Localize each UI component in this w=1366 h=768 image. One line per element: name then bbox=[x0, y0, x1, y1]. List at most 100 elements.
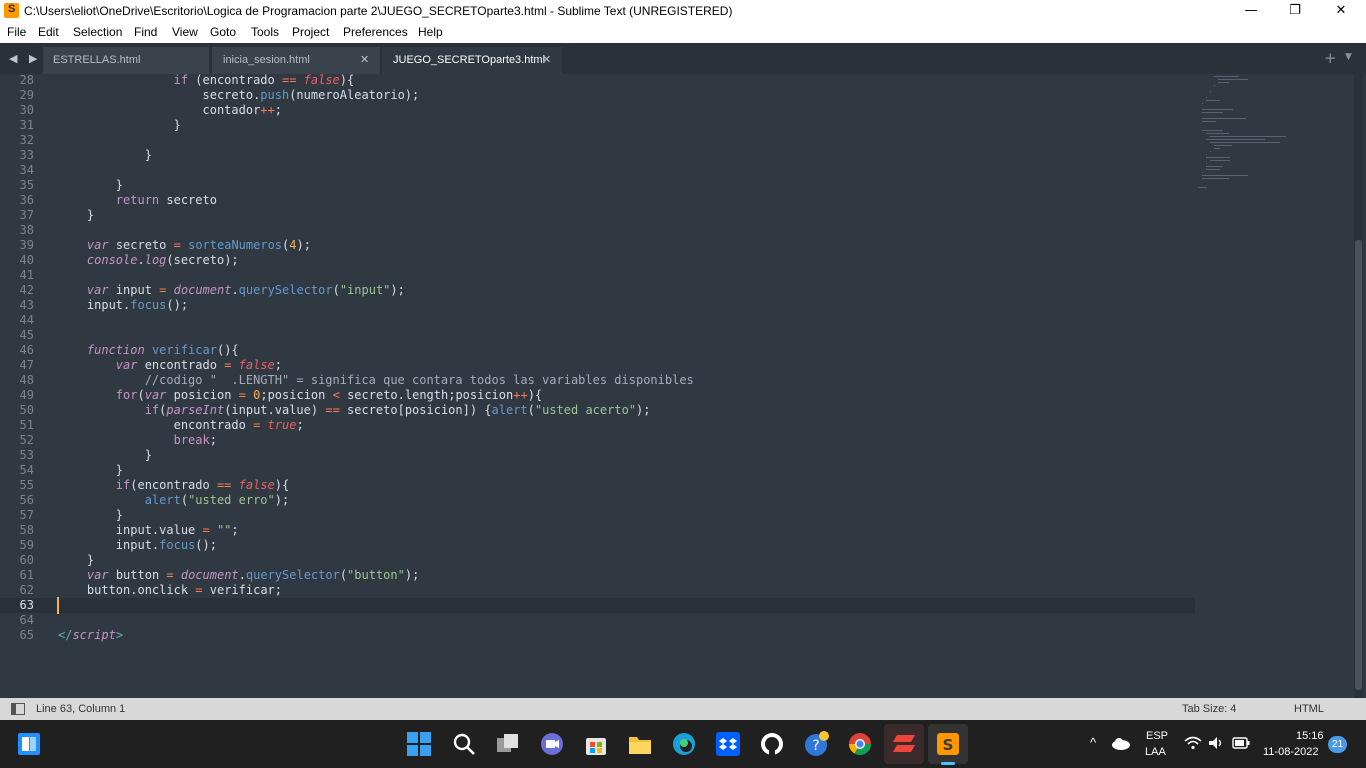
sublime-text-icon[interactable]: S bbox=[935, 731, 961, 757]
code-line[interactable]: } bbox=[58, 463, 123, 478]
volume-icon[interactable] bbox=[1208, 736, 1224, 750]
tab-inicia-sesion[interactable]: inicia_sesion.html ✕ bbox=[212, 47, 380, 74]
file-explorer-icon[interactable] bbox=[627, 731, 653, 757]
minimap-line bbox=[1214, 76, 1239, 77]
menu-preferences[interactable]: Preferences bbox=[343, 25, 408, 39]
code-token: (encontrado bbox=[188, 74, 282, 87]
menu-find[interactable]: Find bbox=[134, 25, 157, 39]
code-line[interactable]: var button = document.querySelector("but… bbox=[58, 568, 419, 583]
code-line[interactable]: return secreto bbox=[58, 193, 217, 208]
minimap-line bbox=[1206, 169, 1220, 170]
minimize-button[interactable]: — bbox=[1228, 0, 1274, 22]
new-tab-icon[interactable]: + bbox=[1324, 49, 1337, 67]
github-icon[interactable] bbox=[759, 731, 785, 757]
tab-nav-arrows-icon[interactable]: ◀ ▶ bbox=[9, 52, 41, 65]
search-icon[interactable] bbox=[451, 731, 477, 757]
code-token: ( bbox=[180, 493, 189, 507]
code-token: true bbox=[267, 418, 297, 432]
menu-tools[interactable]: Tools bbox=[251, 25, 279, 39]
code-line[interactable]: contador++; bbox=[58, 103, 282, 118]
code-line[interactable]: button.onclick = verificar; bbox=[58, 583, 282, 598]
code-token: } bbox=[58, 208, 95, 222]
language-indicator[interactable]: ESP bbox=[1146, 730, 1168, 742]
code-line[interactable]: input.focus(); bbox=[58, 538, 217, 553]
line-number: 65 bbox=[19, 628, 34, 642]
restore-button[interactable]: ❐ bbox=[1272, 0, 1318, 22]
wifi-icon[interactable] bbox=[1184, 736, 1202, 750]
chat-icon[interactable] bbox=[539, 731, 565, 757]
panel-toggle-icon[interactable] bbox=[11, 703, 25, 715]
close-icon[interactable]: ✕ bbox=[542, 53, 551, 66]
menu-edit[interactable]: Edit bbox=[38, 25, 59, 39]
code-line[interactable]: var secreto = sorteaNumeros(4); bbox=[58, 238, 311, 253]
line-number: 57 bbox=[19, 508, 34, 522]
code-line[interactable]: input.value = ""; bbox=[58, 523, 239, 538]
menu-view[interactable]: View bbox=[172, 25, 198, 39]
code-line[interactable]: } bbox=[58, 448, 152, 463]
close-button[interactable]: ✕ bbox=[1318, 0, 1364, 22]
code-line[interactable]: if (encontrado == false){ bbox=[58, 74, 355, 88]
menu-help[interactable]: Help bbox=[418, 25, 443, 39]
tab-juego-secreto[interactable]: JUEGO_SECRETOparte3.html ✕ bbox=[382, 47, 562, 74]
code-line[interactable]: } bbox=[58, 508, 123, 523]
minimap[interactable] bbox=[1198, 76, 1298, 216]
line-number: 56 bbox=[19, 493, 34, 507]
code-line[interactable]: if (parseInt(input.value) == secreto[posi… bbox=[58, 403, 651, 418]
menu-project[interactable]: Project bbox=[292, 25, 329, 39]
svg-text:S: S bbox=[943, 736, 954, 754]
minimap-line bbox=[1206, 154, 1207, 155]
code-line[interactable]: </script> bbox=[58, 628, 123, 643]
dropbox-icon[interactable] bbox=[715, 731, 741, 757]
code-token: alert bbox=[491, 403, 528, 417]
minimap-line bbox=[1206, 157, 1230, 158]
start-icon[interactable] bbox=[16, 731, 42, 757]
battery-icon[interactable] bbox=[1232, 737, 1250, 749]
code-editor[interactable]: 28 if (encontrado == false){29 secreto.p… bbox=[0, 74, 1366, 698]
syntax-setting[interactable]: HTML bbox=[1294, 703, 1324, 715]
chrome-icon[interactable] bbox=[847, 731, 873, 757]
code-line[interactable]: if(encontrado == false){ bbox=[58, 478, 289, 493]
chevron-down-icon[interactable]: ▼ bbox=[1345, 52, 1352, 62]
close-icon[interactable]: ✕ bbox=[360, 53, 369, 66]
code-line[interactable]: } bbox=[58, 553, 94, 568]
code-token: var bbox=[115, 358, 138, 372]
code-line[interactable]: } bbox=[58, 118, 181, 133]
active-app-indicator bbox=[941, 762, 955, 765]
code-line[interactable]: } bbox=[58, 208, 94, 223]
tab-size-setting[interactable]: Tab Size: 4 bbox=[1182, 703, 1236, 715]
code-line[interactable]: encontrado = true; bbox=[58, 418, 304, 433]
help-icon[interactable]: ? bbox=[803, 731, 829, 757]
windows-start-icon[interactable] bbox=[406, 731, 432, 757]
code-line[interactable]: var input = document.querySelector("inpu… bbox=[58, 283, 405, 298]
code-line[interactable]: alert("usted erro"); bbox=[58, 493, 290, 508]
notification-badge[interactable]: 21 bbox=[1328, 736, 1347, 753]
menu-goto[interactable]: Goto bbox=[210, 25, 236, 39]
tab-estrellas[interactable]: ESTRELLAS.html bbox=[43, 47, 209, 74]
task-view-icon[interactable] bbox=[495, 731, 521, 757]
scrollbar-thumb[interactable] bbox=[1355, 240, 1362, 690]
code-line[interactable]: } bbox=[58, 178, 123, 193]
anydesk-icon[interactable] bbox=[891, 731, 917, 757]
code-line[interactable]: var encontrado = false; bbox=[58, 358, 282, 373]
keyboard-layout-indicator[interactable]: LAA bbox=[1145, 746, 1166, 758]
code-line[interactable]: secreto.push(numeroAleatorio); bbox=[58, 88, 419, 103]
cloud-icon[interactable] bbox=[1111, 736, 1131, 750]
clock-time[interactable]: 15:16 bbox=[1296, 730, 1324, 742]
clock-date[interactable]: 11-08-2022 bbox=[1263, 746, 1318, 758]
code-line[interactable]: console.log(secreto); bbox=[58, 253, 239, 268]
code-line[interactable]: break; bbox=[58, 433, 217, 448]
menu-selection[interactable]: Selection bbox=[73, 25, 122, 39]
code-line[interactable]: input.focus(); bbox=[58, 298, 188, 313]
tray-chevron-icon[interactable]: ^ bbox=[1090, 735, 1096, 750]
code-line[interactable]: for(var posicion = 0;posicion < secreto.… bbox=[58, 388, 542, 403]
code-token: if bbox=[115, 478, 131, 492]
code-line[interactable]: } bbox=[58, 148, 152, 163]
code-line[interactable]: //codigo " .LENGTH" = significa que cont… bbox=[58, 373, 694, 388]
edge-icon[interactable] bbox=[671, 731, 697, 757]
tab-label: inicia_sesion.html bbox=[223, 54, 310, 66]
menu-file[interactable]: File bbox=[7, 25, 26, 39]
code-line[interactable]: function verificar(){ bbox=[58, 343, 239, 358]
store-icon[interactable] bbox=[583, 731, 609, 757]
